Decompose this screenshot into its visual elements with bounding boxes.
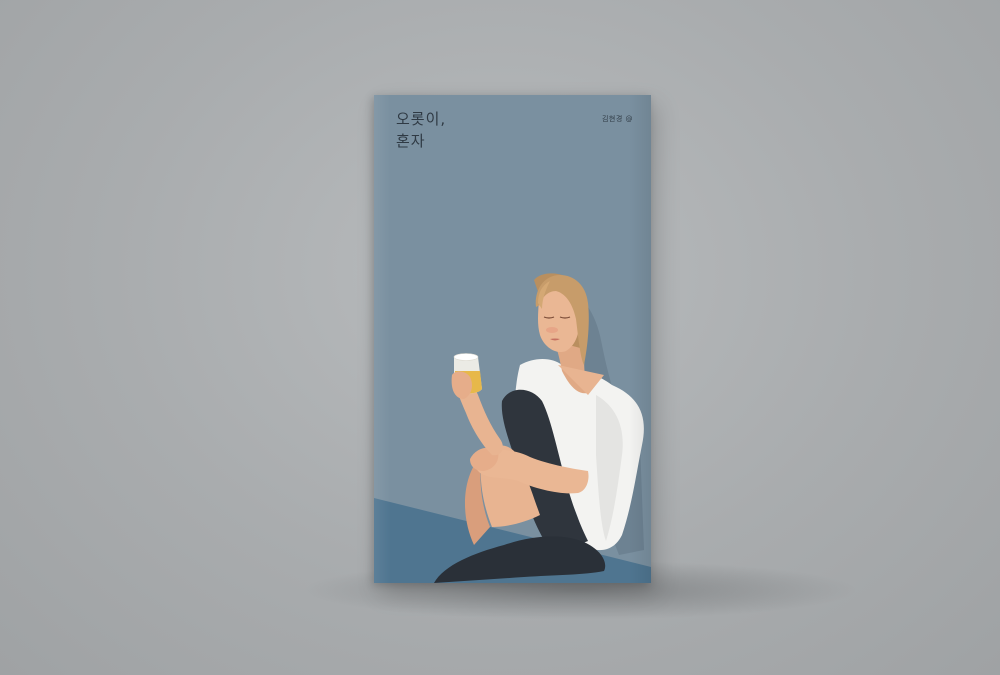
mockup-scene: 오롯이, 혼자 김현경 @: [0, 0, 1000, 675]
woman-sitting-with-drink-icon: [374, 273, 651, 583]
book-cover: 오롯이, 혼자 김현경 @: [374, 95, 651, 583]
